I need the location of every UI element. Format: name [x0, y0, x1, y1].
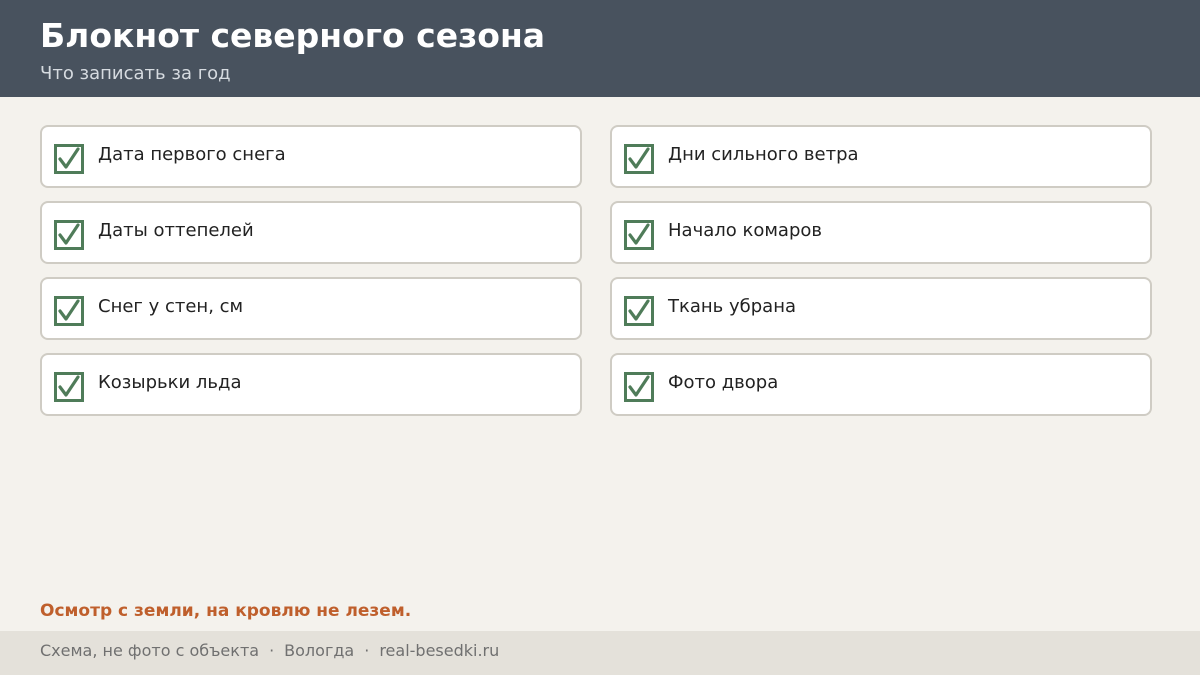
footer-city: Вологда — [284, 641, 355, 660]
checklist-item-fabric-removed[interactable]: Ткань убрана — [610, 277, 1152, 340]
checklist-item-thaws[interactable]: Даты оттепелей — [40, 201, 582, 264]
checklist-item-first-snow[interactable]: Дата первого снега — [40, 125, 582, 188]
footer-separator: · — [364, 641, 370, 660]
checkbox-checked-icon[interactable] — [54, 144, 84, 174]
footer-separator: · — [269, 641, 275, 660]
checkbox-checked-icon[interactable] — [54, 296, 84, 326]
checklist-item-label: Дата первого снега — [98, 144, 286, 165]
page-title: Блокнот северного сезона — [40, 16, 546, 55]
checklist-item-wind-days[interactable]: Дни сильного ветра — [610, 125, 1152, 188]
checklist-item-label: Фото двора — [668, 372, 779, 393]
footer-site-link[interactable]: real-besedki.ru — [379, 641, 499, 660]
page-footer: Схема, не фото с объекта · Вологда · real-be… — [0, 631, 1200, 675]
checkbox-checked-icon[interactable] — [624, 220, 654, 250]
checklist-item-snow-depth[interactable]: Снег у стен, см — [40, 277, 582, 340]
footer-text: Схема, не фото с объекта · Вологда · real-be… — [40, 640, 499, 662]
checklist-item-label: Снег у стен, см — [98, 296, 244, 317]
checkbox-checked-icon[interactable] — [624, 372, 654, 402]
checklist-item-mosquitoes[interactable]: Начало комаров — [610, 201, 1152, 264]
page-subtitle: Что записать за год — [40, 63, 231, 84]
checklist-item-label: Ткань убрана — [668, 296, 797, 317]
checklist-item-label: Даты оттепелей — [98, 220, 254, 241]
checkbox-checked-icon[interactable] — [624, 296, 654, 326]
checkbox-checked-icon[interactable] — [624, 144, 654, 174]
safety-warning: Осмотр с земли, на кровлю не лезем. — [40, 601, 412, 621]
page-header: Блокнот северного сезона Что записать за… — [0, 0, 1200, 97]
checklist-item-label: Дни сильного ветра — [668, 144, 859, 165]
footer-note: Схема, не фото с объекта — [40, 641, 260, 660]
checklist-item-ice-overhangs[interactable]: Козырьки льда — [40, 353, 582, 416]
checkbox-checked-icon[interactable] — [54, 220, 84, 250]
checkbox-checked-icon[interactable] — [54, 372, 84, 402]
checklist-item-label: Начало комаров — [668, 220, 823, 241]
checklist-item-yard-photo[interactable]: Фото двора — [610, 353, 1152, 416]
checklist-item-label: Козырьки льда — [98, 372, 242, 393]
